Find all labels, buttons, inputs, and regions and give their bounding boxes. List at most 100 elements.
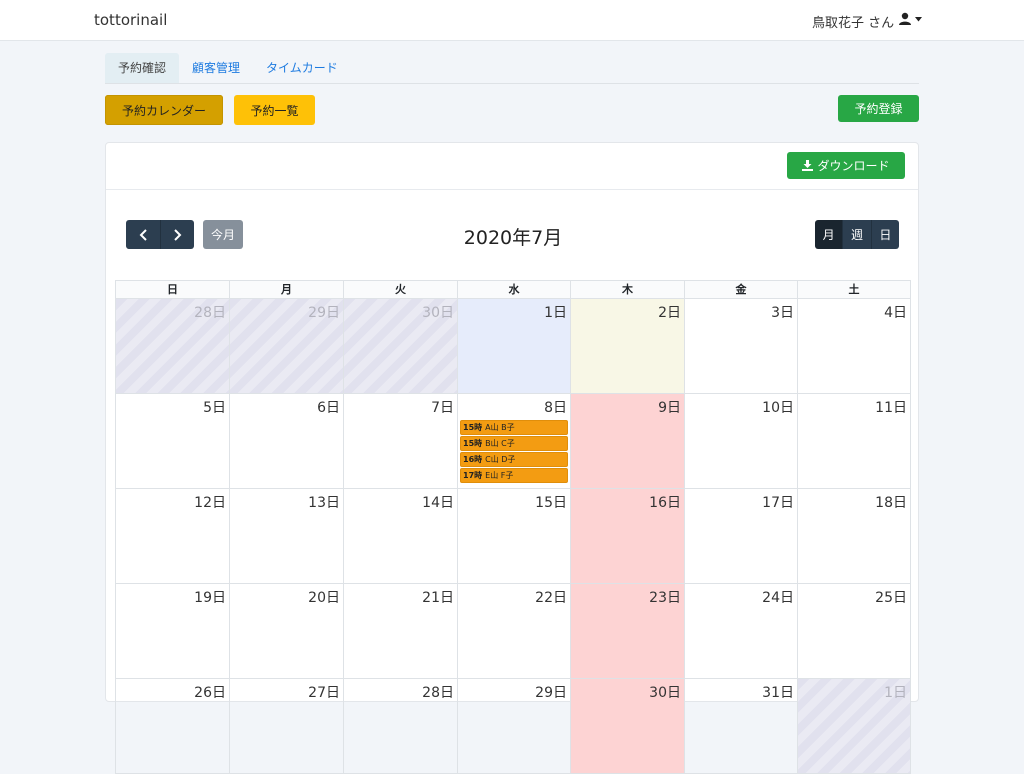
weekday-4: 木: [570, 281, 684, 298]
week-row: 19日 20日 21日 22日 23日 24日 25日: [115, 584, 911, 679]
day-number[interactable]: 3日: [771, 302, 794, 322]
day-number[interactable]: 31日: [762, 682, 794, 702]
day-cell[interactable]: 10日: [684, 394, 797, 488]
day-cell[interactable]: 7日: [343, 394, 457, 488]
download-button[interactable]: ダウンロード: [787, 152, 905, 179]
user-menu-toggle[interactable]: [899, 12, 922, 26]
day-cell[interactable]: 6日: [229, 394, 343, 488]
tab-0[interactable]: 予約確認: [105, 53, 180, 83]
day-cell[interactable]: 28日: [343, 679, 457, 773]
main-tabs: 予約確認 顧客管理 タイムカード: [105, 53, 919, 84]
day-cell[interactable]: 16日: [570, 489, 684, 583]
day-number[interactable]: 12日: [194, 492, 226, 512]
day-cell[interactable]: 27日: [229, 679, 343, 773]
day-cell[interactable]: 29日: [229, 299, 343, 393]
day-number[interactable]: 30日: [422, 302, 454, 322]
day-number[interactable]: 6日: [317, 397, 340, 417]
day-number[interactable]: 5日: [203, 397, 226, 417]
day-cell[interactable]: 30日: [570, 679, 684, 773]
day-number[interactable]: 4日: [884, 302, 907, 322]
register-reservation-button[interactable]: 予約登録: [838, 95, 919, 122]
weeks: 28日 29日 30日 1日 2日 3日 4日 5日 6日 7日 8日 15時 A山 B子 15時 B山 C…: [115, 299, 911, 774]
day-cell[interactable]: 29日: [457, 679, 570, 773]
day-cell[interactable]: 28日: [115, 299, 229, 393]
day-cell[interactable]: 9日: [570, 394, 684, 488]
brand-name[interactable]: tottorinail: [94, 11, 167, 29]
day-number[interactable]: 17日: [762, 492, 794, 512]
day-cell[interactable]: 14日: [343, 489, 457, 583]
day-number[interactable]: 28日: [194, 302, 226, 322]
day-number[interactable]: 16日: [649, 492, 681, 512]
day-cell[interactable]: 31日: [684, 679, 797, 773]
view-button-1[interactable]: 週: [842, 220, 871, 249]
weekday-0: 日: [115, 281, 229, 298]
day-cell[interactable]: 13日: [229, 489, 343, 583]
day-number[interactable]: 24日: [762, 587, 794, 607]
day-number[interactable]: 20日: [308, 587, 340, 607]
day-cell[interactable]: 3日: [684, 299, 797, 393]
day-cell[interactable]: 2日: [570, 299, 684, 393]
day-number[interactable]: 14日: [422, 492, 454, 512]
reservation-event[interactable]: 16時 C山 D子: [460, 452, 568, 467]
weekday-3: 水: [457, 281, 570, 298]
day-cell[interactable]: 23日: [570, 584, 684, 678]
day-cell[interactable]: 12日: [115, 489, 229, 583]
tab-1[interactable]: 顧客管理: [179, 53, 253, 83]
day-cell[interactable]: 18日: [797, 489, 911, 583]
day-number[interactable]: 27日: [308, 682, 340, 702]
user-icon: [899, 12, 911, 25]
day-cell[interactable]: 11日: [797, 394, 911, 488]
day-cell[interactable]: 20日: [229, 584, 343, 678]
day-number[interactable]: 29日: [535, 682, 567, 702]
day-number[interactable]: 30日: [649, 682, 681, 702]
month-grid: 日月火水木金土 28日 29日 30日 1日 2日 3日 4日 5日 6日 7日 8日 15時 A山 B…: [115, 280, 911, 774]
day-number[interactable]: 13日: [308, 492, 340, 512]
day-number[interactable]: 21日: [422, 587, 454, 607]
day-cell[interactable]: 17日: [684, 489, 797, 583]
day-number[interactable]: 8日: [544, 397, 567, 417]
day-cell[interactable]: 21日: [343, 584, 457, 678]
week-row: 28日 29日 30日 1日 2日 3日 4日: [115, 299, 911, 394]
day-cell[interactable]: 8日 15時 A山 B子 15時 B山 C子 16時 C山 D子 17時 E山 F子: [457, 394, 570, 488]
day-number[interactable]: 18日: [875, 492, 907, 512]
day-cell[interactable]: 15日: [457, 489, 570, 583]
day-cell[interactable]: 30日: [343, 299, 457, 393]
day-number[interactable]: 1日: [884, 682, 907, 702]
day-number[interactable]: 28日: [422, 682, 454, 702]
day-number[interactable]: 2日: [658, 302, 681, 322]
day-number[interactable]: 10日: [762, 397, 794, 417]
reservation-calendar-button[interactable]: 予約カレンダー: [105, 95, 223, 125]
week-row: 12日 13日 14日 15日 16日 17日 18日: [115, 489, 911, 584]
day-number[interactable]: 22日: [535, 587, 567, 607]
day-number[interactable]: 7日: [431, 397, 454, 417]
reservation-event[interactable]: 15時 A山 B子: [460, 420, 568, 435]
day-number[interactable]: 11日: [875, 397, 907, 417]
day-cell[interactable]: 24日: [684, 584, 797, 678]
day-cell[interactable]: 25日: [797, 584, 911, 678]
event-list: 15時 A山 B子 15時 B山 C子 16時 C山 D子 17時 E山 F子: [460, 420, 568, 484]
day-number[interactable]: 25日: [875, 587, 907, 607]
user-name[interactable]: 鳥取花子 さん: [812, 12, 894, 31]
day-cell[interactable]: 22日: [457, 584, 570, 678]
day-number[interactable]: 29日: [308, 302, 340, 322]
view-button-2[interactable]: 日: [870, 220, 899, 249]
day-cell[interactable]: 26日: [115, 679, 229, 773]
day-number[interactable]: 26日: [194, 682, 226, 702]
reservation-event[interactable]: 15時 B山 C子: [460, 436, 568, 451]
view-button-0[interactable]: 月: [815, 220, 843, 249]
day-number[interactable]: 19日: [194, 587, 226, 607]
day-cell[interactable]: 1日: [457, 299, 570, 393]
caret-down-icon: [915, 16, 922, 21]
week-row: 26日 27日 28日 29日 30日 31日 1日: [115, 679, 911, 774]
day-cell[interactable]: 5日: [115, 394, 229, 488]
day-number[interactable]: 15日: [535, 492, 567, 512]
day-number[interactable]: 23日: [649, 587, 681, 607]
day-cell[interactable]: 4日: [797, 299, 911, 393]
day-cell[interactable]: 1日: [797, 679, 911, 773]
tab-2[interactable]: タイムカード: [253, 53, 351, 83]
reservation-event[interactable]: 17時 E山 F子: [460, 468, 568, 483]
reservation-list-button[interactable]: 予約一覧: [234, 95, 315, 125]
day-number[interactable]: 9日: [658, 397, 681, 417]
day-cell[interactable]: 19日: [115, 584, 229, 678]
day-number[interactable]: 1日: [544, 302, 567, 322]
